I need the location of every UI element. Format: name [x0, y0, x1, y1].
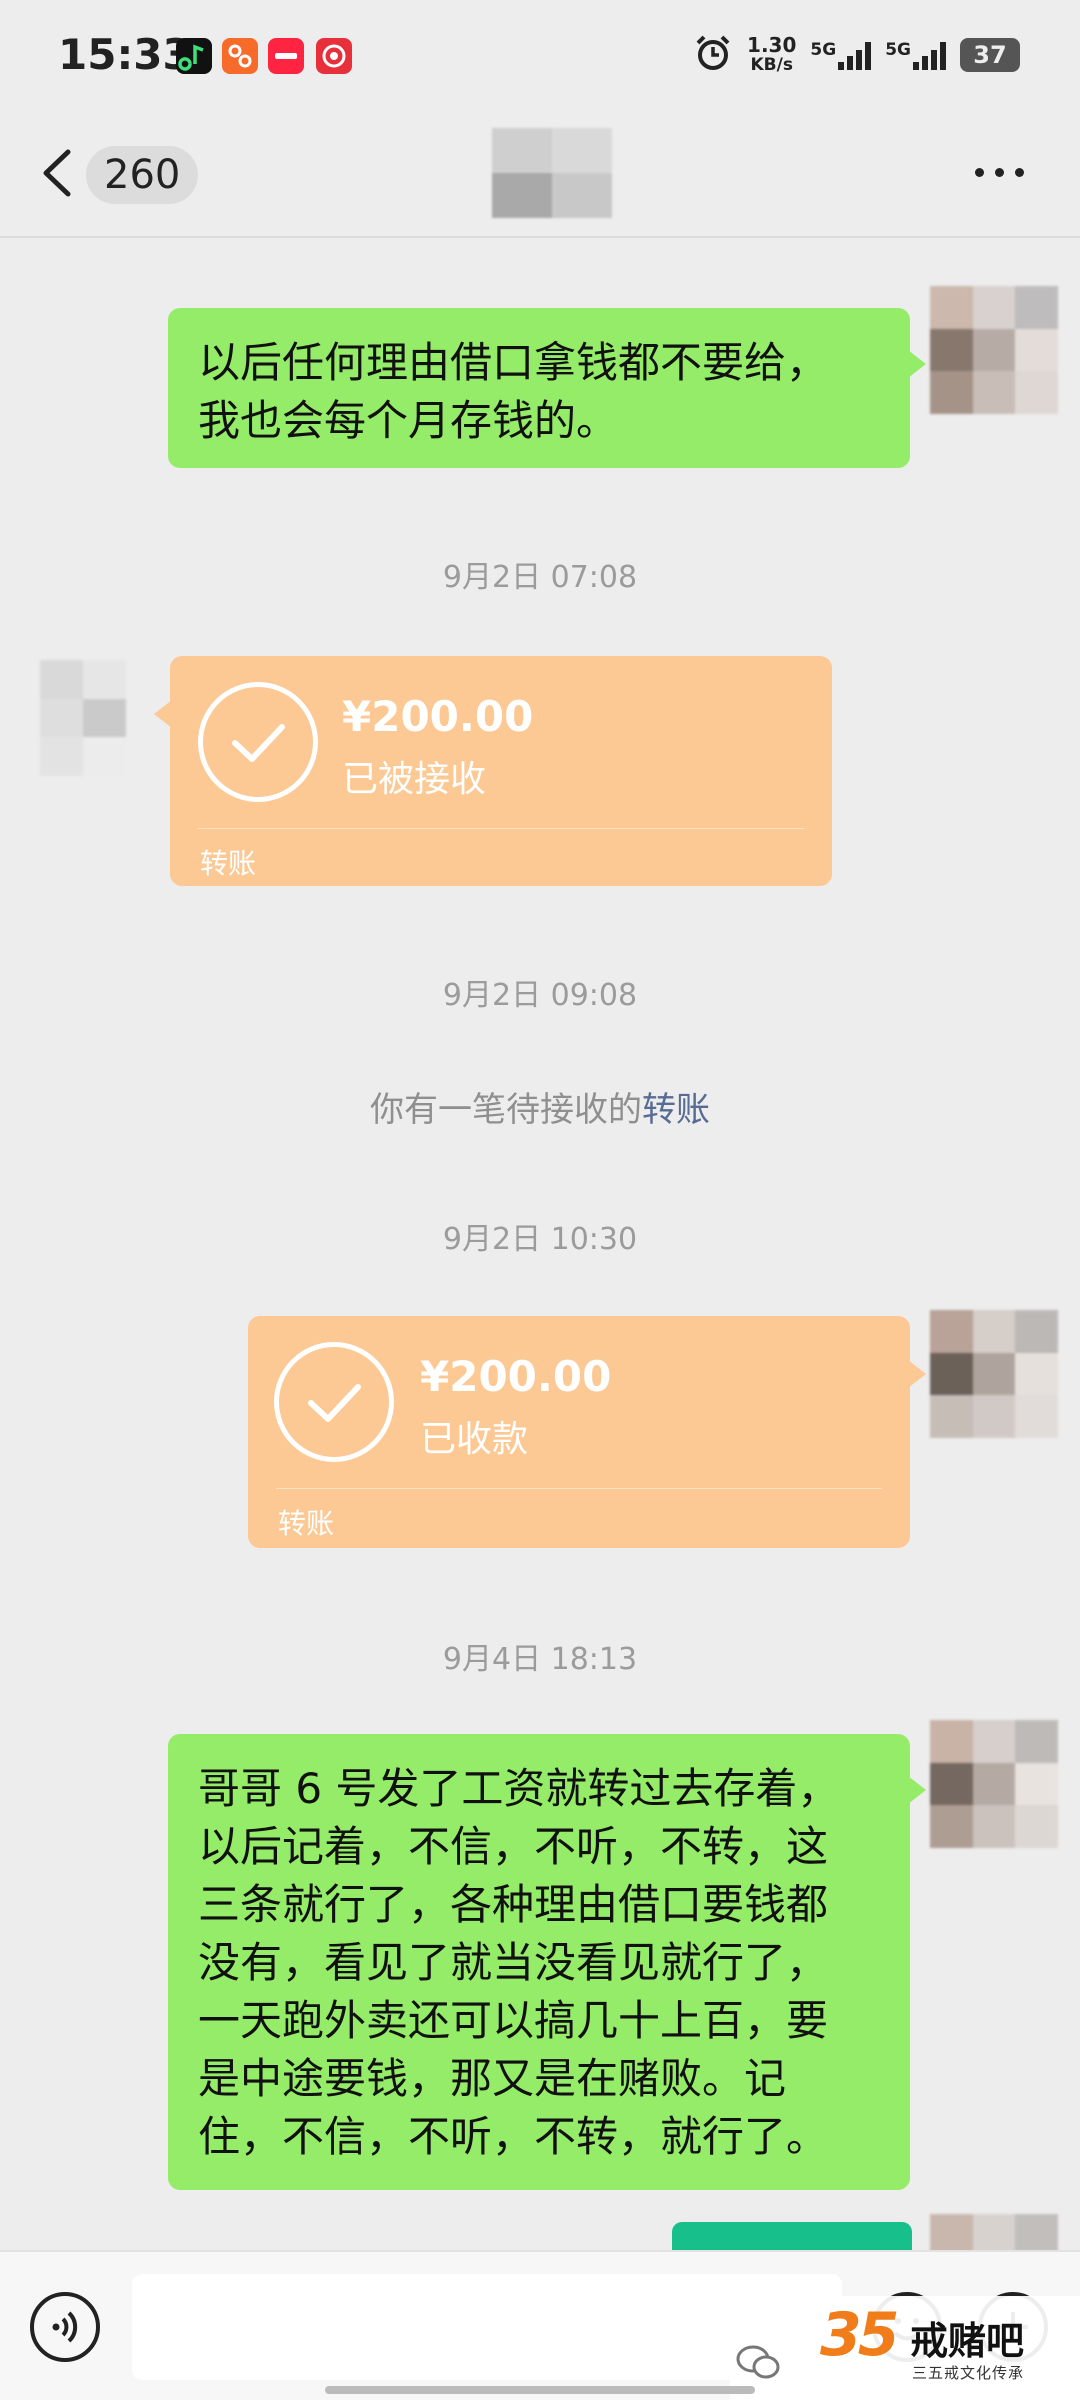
contact-name-blurred [492, 128, 612, 218]
transfer-received-bubble[interactable]: ¥200.00 已被接收 转账 [154, 656, 832, 886]
system-notice-text: 你有一笔待接收的 [370, 1090, 642, 1130]
contact-avatar[interactable] [40, 660, 126, 776]
voice-icon [52, 2311, 78, 2343]
home-indicator[interactable] [325, 2386, 755, 2394]
status-time: 15:33 [58, 30, 192, 79]
back-button[interactable] [38, 146, 78, 200]
net-speed: 1.30 KB/s [747, 35, 796, 75]
divider [276, 1488, 882, 1489]
transfer-label: 转账 [278, 1507, 335, 1540]
transfer-status: 已被接收 [342, 759, 487, 800]
sim2-label: 5G [885, 40, 911, 60]
partial-message-bubble[interactable] [672, 2222, 912, 2252]
message-line: 没有，看见了就当没看见就行了， [198, 1938, 829, 1987]
watermark-subtitle: 三五戒文化传承 [912, 2364, 1025, 2382]
text-message-bubble[interactable]: 以后任何理由借口拿钱都不要给， 我也会每个月存钱的。 [168, 308, 926, 468]
message-line: 三条就行了，各种理由借口要钱都 [198, 1880, 829, 1929]
status-bar: 15:33 1.30 KB/s 5G 5G 37 [0, 0, 1080, 112]
more-options-button[interactable] [975, 168, 1024, 177]
timestamp: 9月2日 10:30 [442, 1222, 638, 1257]
message-line: 一天跑外卖还可以搞几十上百，要 [198, 1996, 829, 2045]
app-red-note-icon [268, 38, 304, 74]
voice-button[interactable] [30, 2292, 100, 2362]
watermark-name: 戒赌吧 [910, 2319, 1025, 2363]
my-avatar[interactable] [930, 2214, 1058, 2254]
app-music-icon [176, 38, 212, 74]
my-avatar[interactable] [930, 1310, 1058, 1438]
transfer-link[interactable]: 转账 [642, 1090, 710, 1130]
wechat-icon [736, 2344, 780, 2380]
battery-level: 37 [960, 38, 1020, 72]
unread-count-badge[interactable]: 260 [86, 146, 199, 204]
watermark-number: 35 [820, 2300, 899, 2370]
back-chevron-icon [43, 149, 71, 197]
timestamp: 9月2日 09:08 [442, 978, 638, 1013]
timestamp: 9月4日 18:13 [442, 1642, 638, 1677]
system-notice: 你有一笔待接收的转账 [0, 1082, 1080, 1131]
app-target-icon [316, 38, 352, 74]
message-line: 是中途要钱，那又是在赌败。记 [198, 2054, 787, 2103]
status-indicators: 1.30 KB/s 5G 5G 37 [693, 30, 1020, 80]
app-video-icon [222, 38, 258, 74]
message-line: 以后记着，不信，不听，不转，这 [198, 1822, 829, 1871]
transfer-status: 已收款 [420, 1419, 529, 1460]
watermark: 35 戒赌吧 三五戒文化传承 [730, 2296, 1080, 2400]
message-line: 以后任何理由借口拿钱都不要给， [198, 338, 829, 387]
divider [198, 828, 804, 829]
net-speed-value: 1.30 [747, 33, 797, 57]
text-message-bubble[interactable]: 哥哥 6 号发了工资就转过去存着， 以后记着，不信，不听，不转，这 三条就行了，… [168, 1734, 926, 2190]
transfer-amount: ¥200.00 [342, 692, 534, 741]
message-line: 住，不信，不听，不转，就行了。 [198, 2112, 829, 2161]
net-speed-unit: KB/s [750, 55, 793, 75]
message-line: 哥哥 6 号发了工资就转过去存着， [198, 1764, 840, 1813]
transfer-collected-bubble[interactable]: ¥200.00 已收款 转账 [248, 1316, 926, 1548]
sim1-label: 5G [810, 40, 837, 60]
message-line: 我也会每个月存钱的。 [198, 396, 619, 445]
transfer-label: 转账 [200, 847, 257, 880]
more-dots-icon [975, 168, 1024, 177]
signal-icon [838, 40, 872, 70]
alarm-icon [693, 33, 733, 77]
signal-icon [913, 40, 946, 70]
chat-header: 260 [0, 112, 1080, 238]
check-circle-icon [198, 682, 318, 802]
check-circle-icon [274, 1342, 394, 1462]
my-avatar[interactable] [930, 1720, 1058, 1848]
sim2-signal: 5G [885, 40, 946, 70]
timestamp: 9月2日 07:08 [442, 560, 638, 595]
transfer-amount: ¥200.00 [420, 1352, 612, 1401]
my-avatar[interactable] [930, 286, 1058, 414]
sim1-signal: 5G [810, 40, 872, 70]
